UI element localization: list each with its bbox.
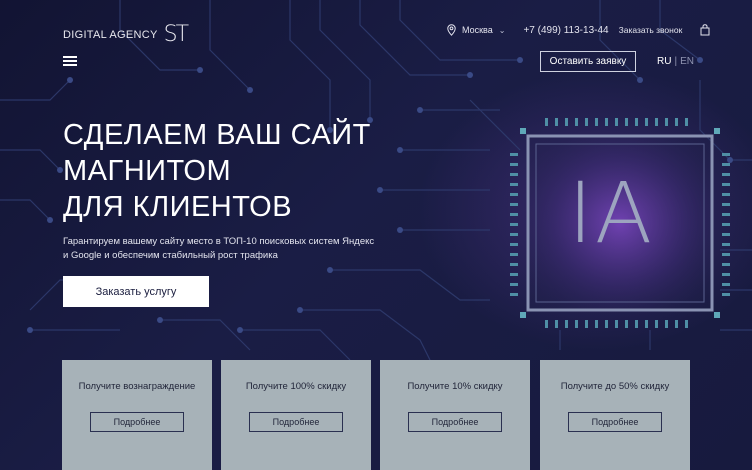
menu-icon[interactable]: [63, 56, 77, 66]
hero-section: IA DIGITAL AGENCY ST Москва ⌄ +7 (499) 1…: [0, 0, 752, 470]
more-button[interactable]: Подробнее: [568, 412, 662, 432]
order-service-button[interactable]: Заказать услугу: [63, 276, 209, 307]
lang-separator: |: [674, 56, 678, 67]
hero-title-line: МАГНИТОМ: [63, 155, 232, 187]
hero-title: СДЕЛАЕМ ВАШ САЙТ МАГНИТОМ ДЛЯ КЛИЕНТОВ: [63, 117, 443, 225]
language-switcher: RU | EN: [657, 56, 694, 67]
top-bar: Москва ⌄ +7 (499) 113-13-44 Заказать зво…: [447, 24, 710, 36]
offer-card: Получите 100% скидку Подробнее: [221, 360, 371, 470]
offer-card-title: Получите до 50% скидку: [560, 381, 670, 392]
offer-card-title: Получите 10% скидку: [407, 381, 503, 392]
hero-title-line: СДЕЛАЕМ ВАШ САЙТ: [63, 119, 371, 151]
phone-number[interactable]: +7 (499) 113-13-44: [523, 25, 608, 36]
more-button[interactable]: Подробнее: [249, 412, 343, 432]
more-button[interactable]: Подробнее: [90, 412, 184, 432]
offer-card-title: Получите вознаграждение: [78, 381, 196, 392]
hero-subtitle-line: Гарантируем вашему сайту место в ТОП-10 …: [63, 236, 375, 247]
city-selector[interactable]: Москва ⌄: [447, 24, 505, 36]
hero-subtitle: Гарантируем вашему сайту место в ТОП-10 …: [63, 235, 393, 263]
offer-card: Получите вознаграждение Подробнее: [62, 360, 212, 470]
more-button[interactable]: Подробнее: [408, 412, 502, 432]
city-name: Москва: [462, 25, 493, 35]
location-pin-icon: [447, 24, 456, 36]
shopping-bag-icon[interactable]: [700, 24, 710, 36]
leave-request-button[interactable]: Оставить заявку: [540, 51, 636, 72]
offer-card-title: Получите 100% скидку: [245, 381, 347, 392]
offer-card: Получите 10% скидку Подробнее: [380, 360, 530, 470]
chevron-down-icon: ⌄: [498, 25, 506, 35]
hero-title-line: ДЛЯ КЛИЕНТОВ: [63, 191, 293, 223]
callback-link[interactable]: Заказать звонок: [619, 25, 683, 35]
logo-mark: ST: [163, 22, 189, 47]
chip-label: IA: [568, 164, 655, 262]
offer-card: Получите до 50% скидку Подробнее: [540, 360, 690, 470]
hero-subtitle-line: и Google и обеспечим стабильный рост тра…: [63, 250, 278, 261]
lang-ru[interactable]: RU: [657, 56, 671, 67]
logo[interactable]: DIGITAL AGENCY ST: [63, 22, 189, 47]
logo-text: DIGITAL AGENCY: [63, 28, 158, 41]
lang-en[interactable]: EN: [680, 56, 694, 67]
